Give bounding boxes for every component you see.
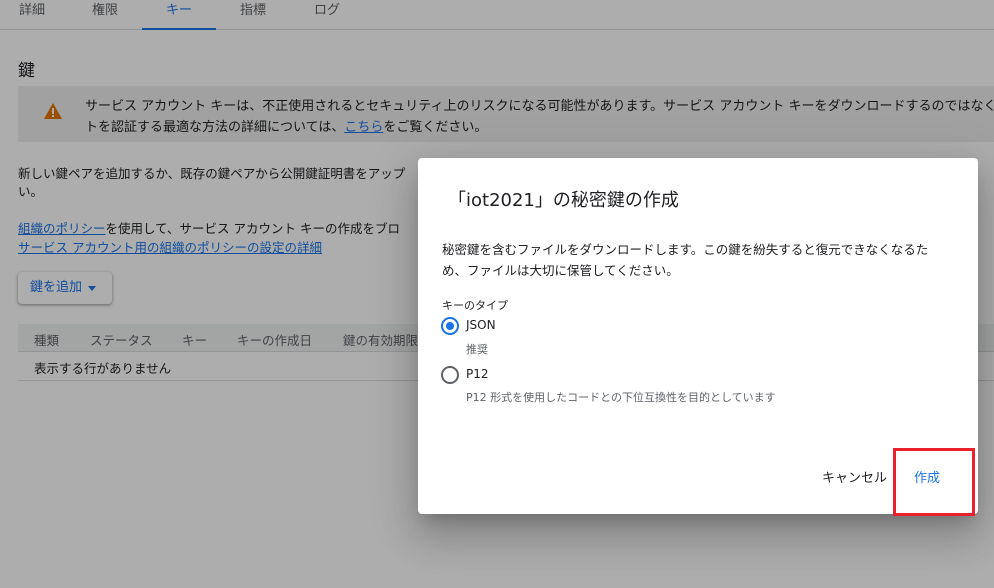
p12-option-label[interactable]: P12 — [466, 367, 489, 381]
p12-option-sub: P12 形式を使用したコードとの下位互換性を目的としています — [466, 391, 776, 404]
json-option-label[interactable]: JSON — [466, 318, 496, 332]
json-radio[interactable] — [441, 317, 459, 335]
json-option-sub: 推奨 — [466, 343, 488, 356]
create-button-highlight — [893, 448, 975, 516]
cancel-button[interactable]: キャンセル — [822, 464, 887, 494]
p12-radio[interactable] — [441, 366, 459, 384]
dialog-description-line1: 秘密鍵を含むファイルをダウンロードします。この鍵を紛失すると復元できなくなるた — [442, 242, 929, 257]
dialog-title: 「iot2021」の秘密鍵の作成 — [448, 190, 679, 211]
key-type-label: キーのタイプ — [442, 299, 508, 312]
dialog-description-line2: め、ファイルは大切に保管してください。 — [442, 263, 679, 278]
